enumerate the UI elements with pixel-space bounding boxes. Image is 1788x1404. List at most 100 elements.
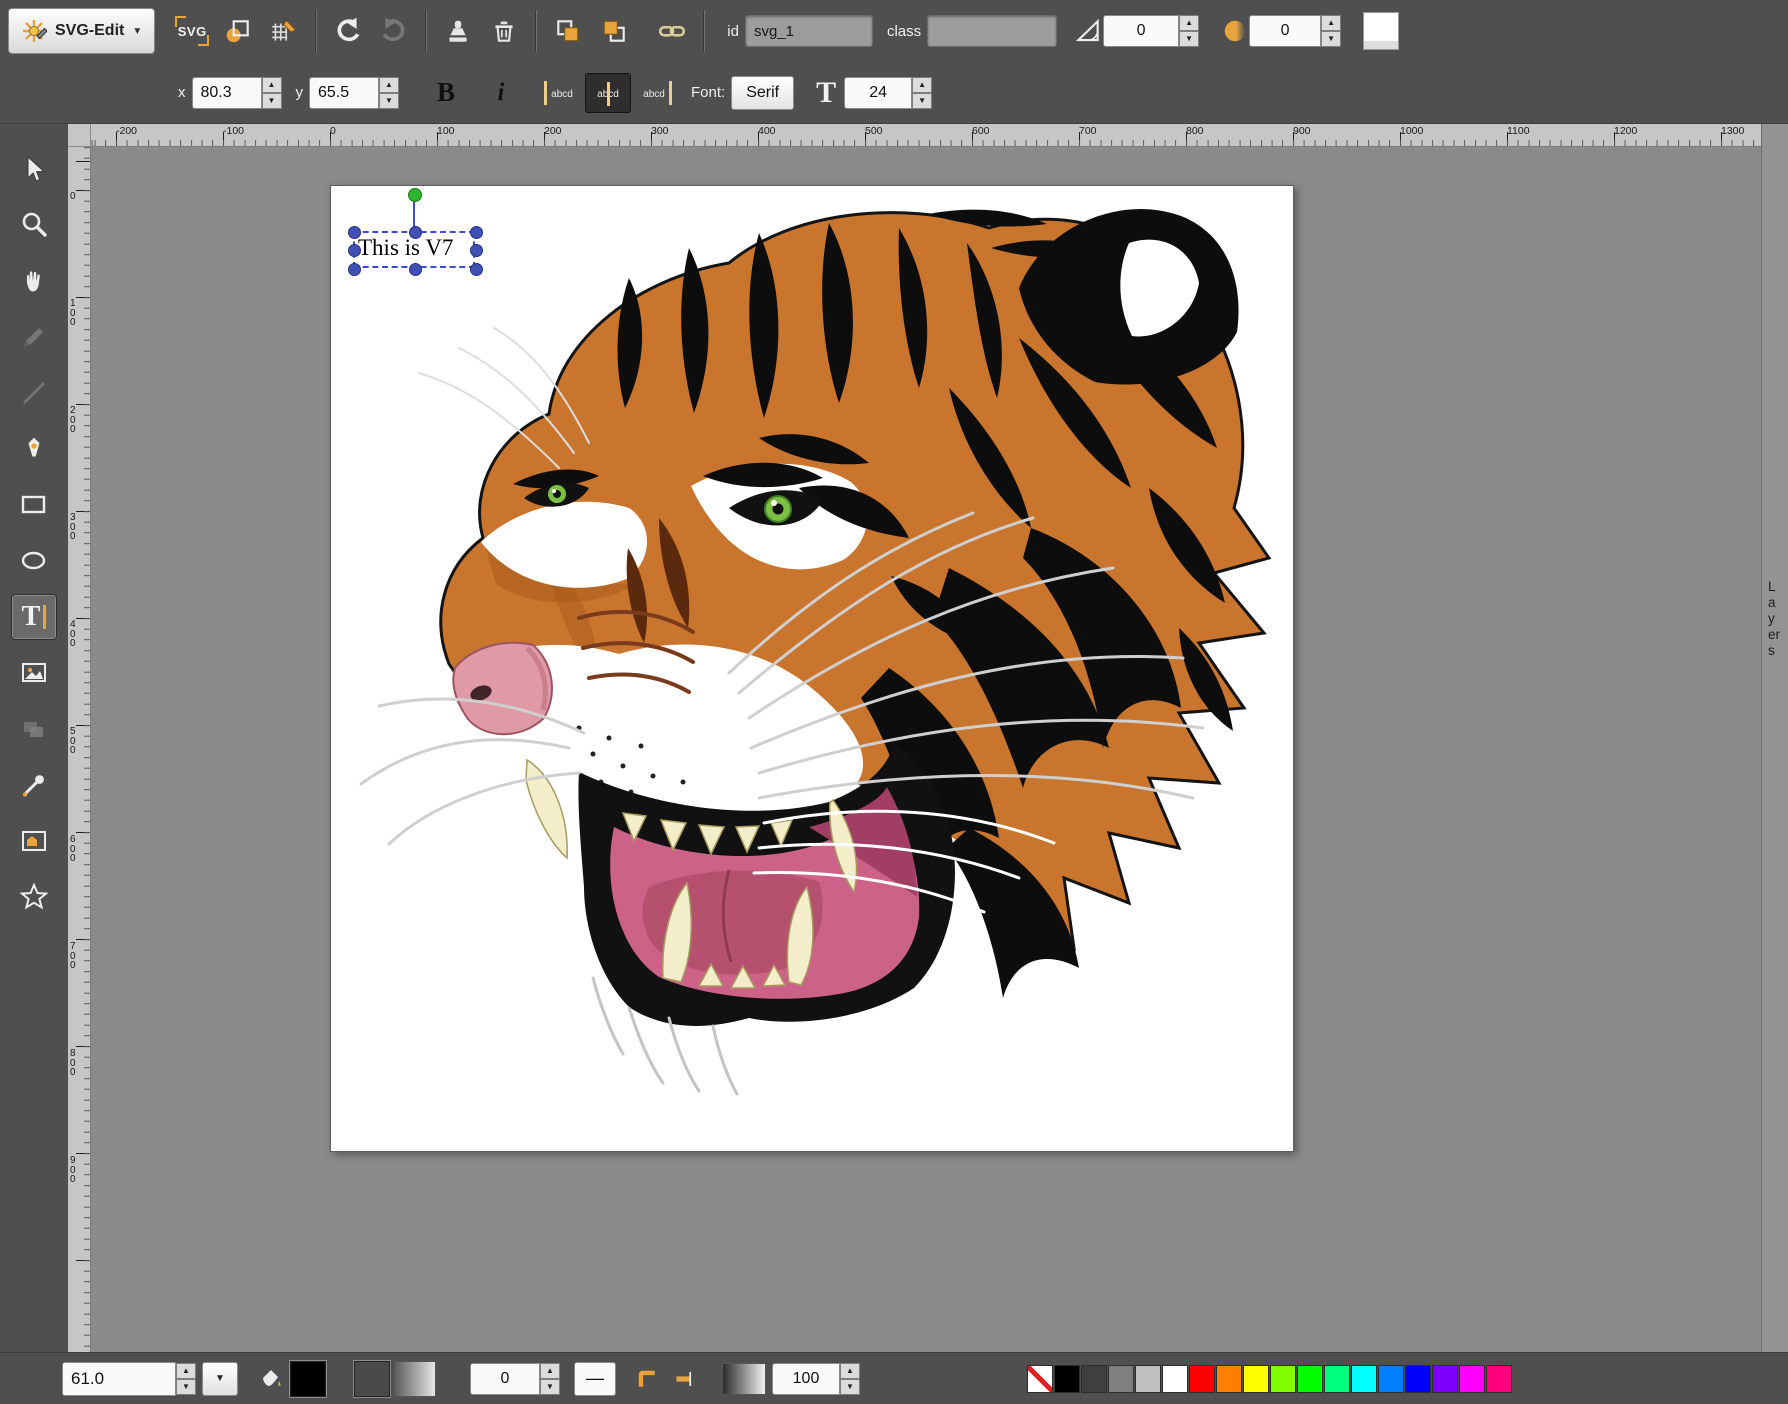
palette-swatch[interactable] xyxy=(1351,1365,1377,1393)
palette-swatch[interactable] xyxy=(1243,1365,1269,1393)
blur-input[interactable] xyxy=(1249,15,1321,47)
palette-swatch[interactable] xyxy=(1270,1365,1296,1393)
layers-panel-toggle[interactable]: Layers xyxy=(1761,124,1788,1352)
selection-handle-ne[interactable] xyxy=(470,226,483,239)
background-color-swatch[interactable] xyxy=(1363,12,1399,50)
select-tool-button[interactable] xyxy=(11,146,57,192)
selection-handle-sw[interactable] xyxy=(348,263,361,276)
stroke-width-step-up[interactable]: ▲ xyxy=(540,1363,560,1379)
palette-swatch[interactable] xyxy=(1432,1365,1458,1393)
line-tool-button[interactable] xyxy=(11,370,57,416)
zoom-tool-button[interactable] xyxy=(11,202,57,248)
selection-handle-e[interactable] xyxy=(470,244,483,257)
selection-handle-s[interactable] xyxy=(409,263,422,276)
y-step-up[interactable]: ▲ xyxy=(379,77,399,93)
palette-swatch[interactable] xyxy=(1216,1365,1242,1393)
stroke-paint-swatch[interactable] xyxy=(394,1361,436,1397)
x-step-up[interactable]: ▲ xyxy=(262,77,282,93)
path-tool-button[interactable] xyxy=(11,426,57,472)
linejoin-button[interactable] xyxy=(628,1360,666,1398)
font-size-step-up[interactable]: ▲ xyxy=(912,77,932,93)
pan-tool-button[interactable] xyxy=(11,258,57,304)
palette-swatch[interactable] xyxy=(1108,1365,1134,1393)
blur-step-down[interactable]: ▼ xyxy=(1321,31,1341,47)
italic-button[interactable]: i xyxy=(481,70,521,116)
x-input[interactable] xyxy=(192,77,262,109)
element-id-input[interactable] xyxy=(745,15,873,47)
clone-button[interactable] xyxy=(435,8,481,54)
polygon-tool-button[interactable] xyxy=(11,706,57,752)
text-anchor-middle-button[interactable]: abcd xyxy=(585,73,631,113)
make-link-button[interactable] xyxy=(649,8,695,54)
eyedropper-tool-button[interactable] xyxy=(11,762,57,808)
selection-handle-w[interactable] xyxy=(348,244,361,257)
move-to-bottom-button[interactable] xyxy=(545,8,591,54)
palette-swatch[interactable] xyxy=(1081,1365,1107,1393)
opacity-step-up[interactable]: ▲ xyxy=(840,1363,860,1379)
stamp-icon xyxy=(444,17,472,45)
pencil-tool-button[interactable] xyxy=(11,314,57,360)
document-properties-button[interactable] xyxy=(215,8,261,54)
font-size-input[interactable] xyxy=(844,77,912,109)
palette-swatch[interactable] xyxy=(1135,1365,1161,1393)
redo-button[interactable] xyxy=(371,8,417,54)
text-tool-button[interactable]: T xyxy=(11,594,57,640)
source-editor-button[interactable]: SVG xyxy=(169,8,215,54)
star-tool-button[interactable] xyxy=(11,874,57,920)
stroke-style-select[interactable]: — xyxy=(574,1362,616,1396)
y-input[interactable] xyxy=(309,77,379,109)
palette-swatch[interactable] xyxy=(1324,1365,1350,1393)
x-step-down[interactable]: ▼ xyxy=(262,93,282,109)
text-anchor-start-button[interactable]: abcd xyxy=(539,73,585,113)
main-menu-button[interactable]: SVG-Edit ▼ xyxy=(8,8,155,54)
ellipse-tool-button[interactable] xyxy=(11,538,57,584)
palette-swatch[interactable] xyxy=(1054,1365,1080,1393)
element-class-input[interactable] xyxy=(927,15,1057,47)
chevron-down-icon: ▼ xyxy=(215,1373,225,1384)
image-tool-button[interactable] xyxy=(11,650,57,696)
zoom-input[interactable] xyxy=(62,1362,176,1396)
y-step-down[interactable]: ▼ xyxy=(379,93,399,109)
stroke-width-input[interactable] xyxy=(470,1363,540,1395)
palette-swatch[interactable] xyxy=(1405,1365,1431,1393)
stroke-width-step-down[interactable]: ▼ xyxy=(540,1379,560,1395)
palette-swatch[interactable] xyxy=(1459,1365,1485,1393)
svg-canvas[interactable]: This is V7 xyxy=(330,185,1294,1152)
angle-step-down[interactable]: ▼ xyxy=(1179,31,1199,47)
stroke-color-swatch[interactable] xyxy=(354,1361,390,1397)
magnifier-icon xyxy=(19,210,49,240)
rotation-handle[interactable] xyxy=(408,188,422,202)
palette-swatch[interactable] xyxy=(1162,1365,1188,1393)
zoom-step-down[interactable]: ▼ xyxy=(176,1379,196,1395)
text-anchor-end-button[interactable]: abcd xyxy=(631,73,677,113)
undo-button[interactable] xyxy=(325,8,371,54)
rect-tool-button[interactable] xyxy=(11,482,57,528)
opacity-step-down[interactable]: ▼ xyxy=(840,1379,860,1395)
fill-color-swatch[interactable] xyxy=(290,1361,326,1397)
canvas-area[interactable]: This is V7 xyxy=(90,146,1762,1352)
angle-step-up[interactable]: ▲ xyxy=(1179,15,1199,31)
selection-handle-se[interactable] xyxy=(470,263,483,276)
move-to-top-button[interactable] xyxy=(591,8,637,54)
palette-swatch[interactable] xyxy=(1297,1365,1323,1393)
palette-swatch[interactable] xyxy=(1189,1365,1215,1393)
selection-handle-n[interactable] xyxy=(409,226,422,239)
editor-preferences-button[interactable] xyxy=(261,8,307,54)
palette-swatch-none[interactable] xyxy=(1027,1365,1053,1393)
opacity-input[interactable] xyxy=(772,1363,840,1395)
angle-input[interactable] xyxy=(1103,15,1179,47)
color-palette xyxy=(1026,1365,1512,1393)
bold-button[interactable]: B xyxy=(425,70,467,116)
linecap-button[interactable] xyxy=(666,1360,704,1398)
library-tool-button[interactable] xyxy=(11,818,57,864)
font-family-button[interactable]: Serif xyxy=(731,76,794,110)
opacity-gradient-swatch[interactable] xyxy=(722,1363,766,1395)
blur-step-up[interactable]: ▲ xyxy=(1321,15,1341,31)
zoom-dropdown-button[interactable]: ▼ xyxy=(202,1362,238,1396)
font-size-step-down[interactable]: ▼ xyxy=(912,93,932,109)
selection-handle-nw[interactable] xyxy=(348,226,361,239)
palette-swatch[interactable] xyxy=(1486,1365,1512,1393)
palette-swatch[interactable] xyxy=(1378,1365,1404,1393)
delete-button[interactable] xyxy=(481,8,527,54)
zoom-step-up[interactable]: ▲ xyxy=(176,1363,196,1379)
